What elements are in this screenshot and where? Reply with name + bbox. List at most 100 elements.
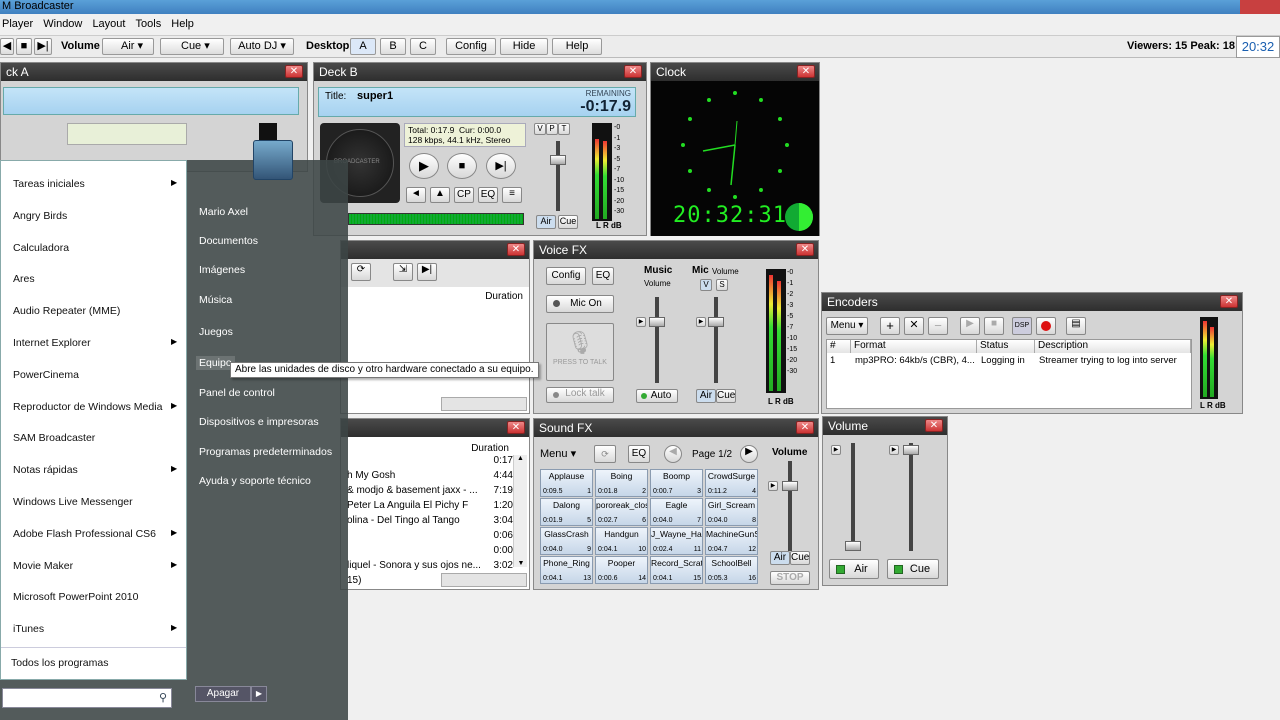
next-icon[interactable]: ▶|: [34, 38, 52, 55]
hide-button[interactable]: Hide: [500, 38, 548, 55]
help-button[interactable]: Help: [552, 38, 602, 55]
soundfx-cue-button[interactable]: Cue: [790, 551, 810, 565]
menu-layout[interactable]: Layout: [90, 14, 130, 30]
start-menu-item[interactable]: Angry Birds: [1, 210, 186, 226]
desktop-a-button[interactable]: A: [350, 38, 376, 55]
air-dropdown[interactable]: Air ▾: [102, 38, 154, 55]
soundfx-stop-button[interactable]: STOP: [770, 571, 810, 585]
cue-volume-slider[interactable]: [903, 445, 919, 455]
start-menu-item[interactable]: Notas rápidas ▶: [1, 464, 186, 480]
close-window-button[interactable]: [1240, 0, 1280, 14]
deck-b-cue-button[interactable]: Cue: [558, 215, 578, 229]
sound-pad[interactable]: J_Wayne_Habi 0:02.4 11: [650, 527, 703, 555]
mic-v-toggle[interactable]: V: [700, 279, 712, 291]
desktop-c-button[interactable]: C: [410, 38, 436, 55]
mic-arrow-icon[interactable]: ▶: [696, 317, 706, 327]
soundfx-refresh-icon[interactable]: ⟳: [594, 445, 616, 463]
air-volume-slider[interactable]: [845, 541, 861, 551]
record-icon[interactable]: [1036, 317, 1056, 335]
autodj-dropdown[interactable]: Auto DJ ▾: [230, 38, 294, 55]
start-menu-item[interactable]: Microsoft PowerPoint 2010: [1, 591, 186, 607]
all-programs-link[interactable]: Todos los programas: [11, 657, 108, 669]
list-item[interactable]: 0:17: [341, 455, 513, 470]
close-icon[interactable]: ✕: [925, 419, 943, 432]
sound-pad[interactable]: Dalong 0:01.9 5: [540, 498, 593, 526]
sound-pad[interactable]: MachineGunShe 0:04.7 12: [705, 527, 758, 555]
tools-icon[interactable]: ✕: [904, 317, 924, 335]
auto-button[interactable]: Auto: [636, 389, 678, 403]
refresh-icon[interactable]: ⟳: [351, 263, 371, 281]
start-menu-place[interactable]: Ayuda y soporte técnico: [199, 475, 311, 487]
sound-pad[interactable]: Handgun 0:04.1 10: [595, 527, 648, 555]
mic-on-button[interactable]: Mic On: [546, 295, 614, 313]
stop-button[interactable]: ■: [447, 153, 477, 179]
stats-icon[interactable]: ▤: [1066, 317, 1086, 335]
menu-lines-button[interactable]: ≡: [502, 187, 522, 203]
list-item[interactable]: Peter La Anguila El Pichy F 1:20: [341, 500, 513, 515]
start-menu-item[interactable]: iTunes ▶: [1, 623, 186, 639]
start-menu-item[interactable]: PowerCinema: [1, 369, 186, 385]
close-icon[interactable]: ✕: [796, 421, 814, 434]
start-encoder-icon[interactable]: ▶: [960, 317, 980, 335]
air-volume-arrow-icon[interactable]: ▶: [831, 445, 841, 455]
start-menu-place[interactable]: Música: [199, 294, 232, 306]
start-menu-item[interactable]: Ares: [1, 273, 186, 289]
soundfx-eq-button[interactable]: EQ: [628, 445, 650, 463]
prev-page-icon[interactable]: ◀: [664, 445, 682, 463]
press-to-talk-button[interactable]: 🎙 PRESS TO TALK: [546, 323, 614, 381]
start-menu-item[interactable]: Calculadora: [1, 242, 186, 258]
voicefx-air-button[interactable]: Air: [696, 389, 716, 403]
export-icon[interactable]: ⇲: [393, 263, 413, 281]
start-menu-item[interactable]: Windows Live Messenger: [1, 496, 186, 512]
start-menu-item[interactable]: SAM Broadcaster: [1, 432, 186, 448]
cp-button[interactable]: CP: [454, 187, 474, 203]
remove-encoder-icon[interactable]: −: [928, 317, 948, 335]
close-icon[interactable]: ✕: [624, 65, 642, 78]
close-icon[interactable]: ✕: [796, 243, 814, 256]
soundfx-air-button[interactable]: Air: [770, 551, 790, 565]
shutdown-button[interactable]: Apagar: [195, 686, 251, 702]
next-button[interactable]: ▶|: [486, 153, 516, 179]
t-toggle[interactable]: T: [558, 123, 570, 135]
cue-volume-arrow-icon[interactable]: ▶: [889, 445, 899, 455]
menu-help[interactable]: Help: [169, 14, 199, 30]
start-menu-item[interactable]: Adobe Flash Professional CS6 ▶: [1, 528, 186, 544]
start-menu-place[interactable]: Panel de control: [199, 387, 275, 399]
table-row[interactable]: 1 mp3PRO: 64kb/s (CBR), 4... Logging in …: [827, 355, 1191, 368]
play-next-icon[interactable]: ▶|: [417, 263, 437, 281]
sound-pad[interactable]: Pooper 0:00.6 14: [595, 556, 648, 584]
mic-s-toggle[interactable]: S: [716, 279, 728, 291]
menu-player[interactable]: Player: [0, 14, 38, 30]
menu-window[interactable]: Window: [41, 14, 87, 30]
voicefx-cue-button[interactable]: Cue: [716, 389, 736, 403]
close-icon[interactable]: ✕: [507, 243, 525, 256]
volume-cue-button[interactable]: Cue: [887, 559, 939, 579]
prev-icon[interactable]: ◀: [0, 38, 14, 55]
start-menu-place[interactable]: Juegos: [199, 326, 233, 338]
start-menu-place[interactable]: Equipo: [196, 356, 235, 370]
music-arrow-icon[interactable]: ▶: [636, 317, 646, 327]
shutdown-options-icon[interactable]: ▶: [251, 686, 267, 702]
list-item[interactable]: olina - Del Tingo al Tango 3:04: [341, 515, 513, 530]
dsp-button[interactable]: DSP: [1012, 317, 1032, 335]
list-item[interactable]: & modjo & basement jaxx - ... 7:19: [341, 485, 513, 500]
cue-dropdown[interactable]: Cue ▾: [160, 38, 224, 55]
queue-scrollbar[interactable]: ▲ ▼: [513, 455, 527, 567]
start-menu-item[interactable]: Audio Repeater (MME): [1, 305, 186, 321]
eject-button[interactable]: ▲: [430, 187, 450, 203]
stop-encoder-icon[interactable]: ■: [984, 317, 1004, 335]
desktop-b-button[interactable]: B: [380, 38, 406, 55]
start-menu-item[interactable]: Tareas iniciales ▶: [1, 178, 186, 194]
list-item[interactable]: 0:00: [341, 545, 513, 560]
sound-pad[interactable]: pororeak_closi 0:02.7 6: [595, 498, 648, 526]
p-toggle[interactable]: P: [546, 123, 558, 135]
close-icon[interactable]: ✕: [285, 65, 303, 78]
start-menu-item[interactable]: Movie Maker ▶: [1, 560, 186, 576]
stop-icon[interactable]: ■: [16, 38, 32, 55]
play-button[interactable]: ▶: [409, 153, 439, 179]
deck-b-air-button[interactable]: Air: [536, 215, 556, 229]
start-menu-place[interactable]: Dispositivos e impresoras: [199, 416, 319, 428]
soundfx-arrow-icon[interactable]: ▶: [768, 481, 778, 491]
search-input[interactable]: ⚲: [2, 688, 172, 708]
start-menu-item[interactable]: Reproductor de Windows Media ▶: [1, 401, 186, 417]
